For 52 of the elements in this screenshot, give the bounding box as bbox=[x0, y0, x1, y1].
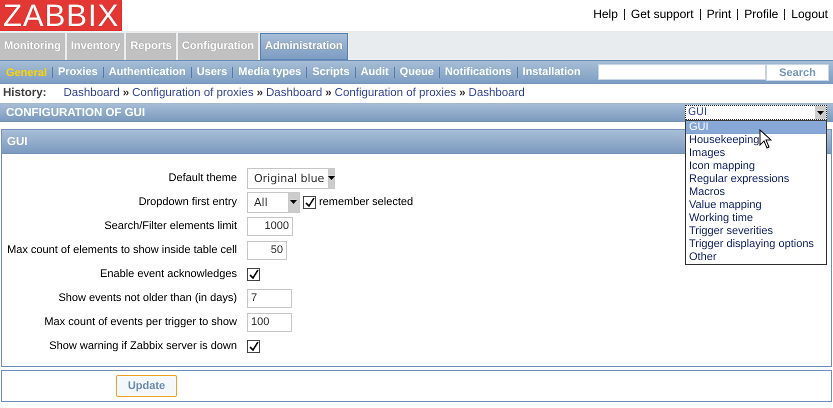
history-link[interactable]: Configuration of proxies bbox=[132, 87, 254, 99]
text-field[interactable]: 7 bbox=[247, 288, 292, 308]
dropdown-option[interactable]: Macros bbox=[686, 186, 826, 199]
number-field[interactable]: 50 bbox=[247, 240, 287, 260]
header-link[interactable]: Help bbox=[593, 9, 618, 20]
zabbix-logo: ZABBIX bbox=[0, 0, 122, 31]
checkbox[interactable] bbox=[303, 196, 316, 208]
dropdown-option[interactable]: Value mapping bbox=[686, 199, 826, 212]
page-title: CONFIGURATION OF GUI bbox=[6, 106, 146, 118]
panel-title: GUI bbox=[7, 136, 28, 148]
field-label: Enable event acknowledges bbox=[99, 268, 238, 280]
dropdown-option[interactable]: Housekeeping bbox=[686, 134, 826, 147]
field-label: Search/Filter elements limit bbox=[103, 220, 238, 232]
checkbox-label: remember selected bbox=[319, 196, 414, 208]
header-link[interactable]: Profile bbox=[737, 9, 778, 20]
field-label: Max count of events per trigger to show bbox=[43, 316, 238, 328]
breadcrumb-separator: » bbox=[459, 87, 466, 99]
caret-icon bbox=[815, 106, 826, 119]
section-dropdown[interactable]: GUI bbox=[685, 105, 827, 120]
field-label: Show events not older than (in days) bbox=[57, 292, 238, 304]
search-field[interactable] bbox=[598, 64, 766, 80]
checkbox[interactable] bbox=[247, 268, 260, 280]
caret-icon bbox=[328, 168, 336, 188]
caret-icon bbox=[288, 192, 299, 212]
field-label: Default theme bbox=[168, 172, 238, 184]
history-label: History: bbox=[3, 87, 46, 99]
number-field[interactable]: 1000 bbox=[247, 216, 293, 236]
field-label: Max count of elements to show inside table cell bbox=[6, 244, 238, 256]
dropdown-option[interactable]: Images bbox=[686, 147, 826, 160]
history-link[interactable]: Dashboard bbox=[63, 87, 120, 99]
header-link[interactable]: Get support bbox=[624, 9, 694, 20]
dropdown-option[interactable]: Trigger displaying options bbox=[686, 238, 826, 251]
breadcrumb-separator: » bbox=[122, 87, 130, 99]
history-link[interactable]: Dashboard bbox=[266, 87, 322, 99]
dropdown[interactable]: All bbox=[247, 192, 300, 212]
header-link[interactable]: Print bbox=[700, 9, 732, 20]
cursor-icon bbox=[759, 129, 772, 149]
dropdown[interactable]: Original blue bbox=[247, 168, 335, 188]
dropdown-option[interactable]: Working time bbox=[686, 212, 826, 225]
field-label: Dropdown first entry bbox=[138, 196, 238, 208]
checkbox[interactable] bbox=[247, 340, 260, 352]
dropdown-option[interactable]: Other bbox=[686, 251, 826, 264]
breadcrumb-separator: » bbox=[256, 87, 263, 99]
field-label: Show warning if Zabbix server is down bbox=[48, 340, 238, 352]
header-link[interactable]: Logout bbox=[784, 9, 828, 20]
dropdown-option[interactable]: Icon mapping bbox=[686, 160, 826, 173]
text-field[interactable]: 100 bbox=[247, 312, 292, 332]
history-link[interactable]: Configuration of proxies bbox=[334, 87, 456, 99]
dropdown-option[interactable]: Regular expressions bbox=[686, 173, 826, 186]
dropdown-option[interactable]: Trigger severities bbox=[686, 225, 826, 238]
breadcrumb-separator: » bbox=[325, 87, 332, 99]
history-link[interactable]: Dashboard bbox=[468, 87, 525, 99]
